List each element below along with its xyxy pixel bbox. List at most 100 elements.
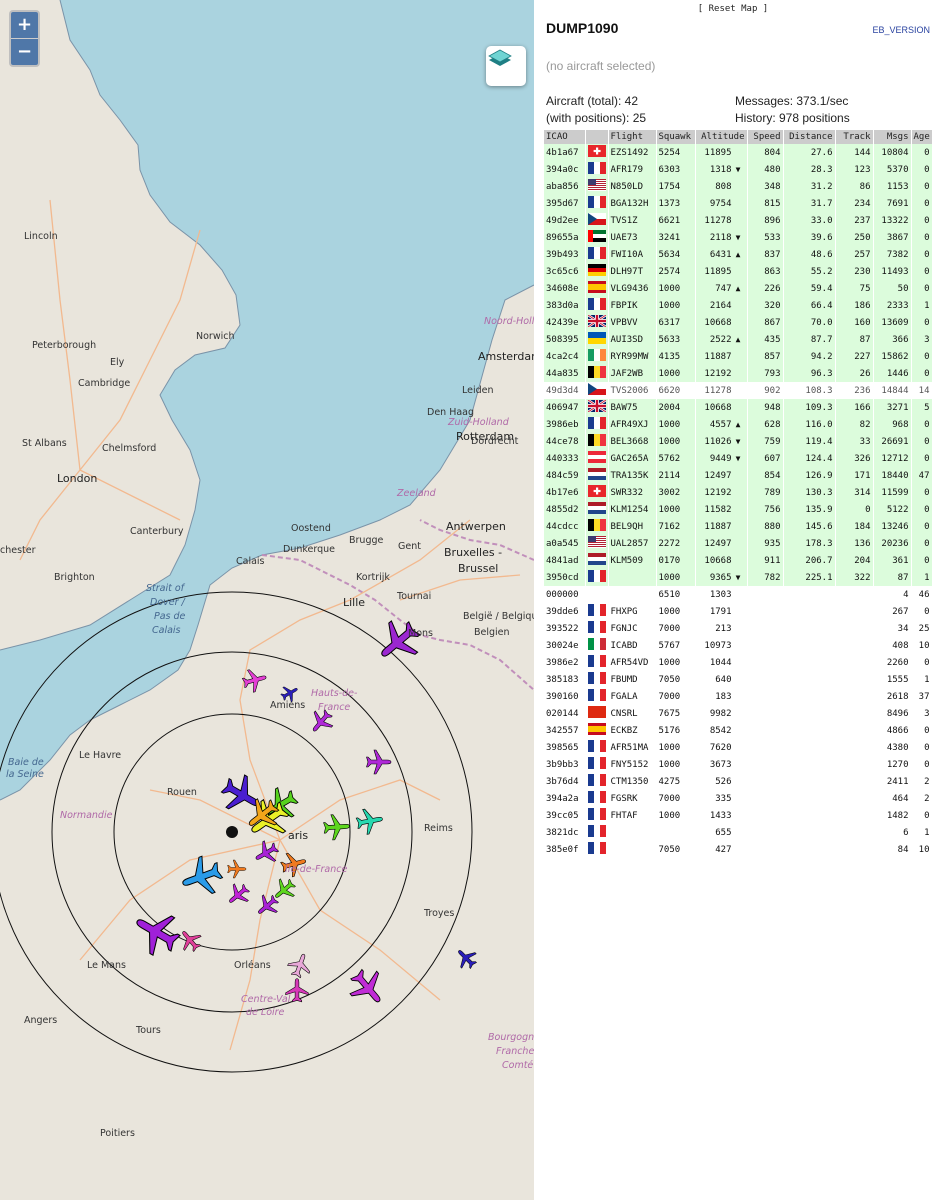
column-header-speed[interactable]: Speed [747, 130, 784, 144]
table-row[interactable]: 4b1a67 EZS1492 5254 11895 804 27.6 144 10804 0 [544, 144, 932, 161]
map-canvas[interactable] [0, 0, 534, 1200]
table-row[interactable]: 3b9bb3 FNY5152 1000 3673 1270 0 [544, 756, 932, 773]
cell-flight: JAF2WB [608, 365, 657, 382]
table-row[interactable]: a0a545 UAL2857 2272 12497 935 178.3 136 20236 0 [544, 535, 932, 552]
cell-squawk: 1000 [656, 603, 696, 620]
altitude-value: 213 [715, 623, 732, 634]
table-row[interactable]: 393522 FGNJC 7000 213 34 25 [544, 620, 932, 637]
table-row[interactable]: 3986e2 AFR54VD 1000 1044 2260 0 [544, 654, 932, 671]
table-row[interactable]: 383d0a FBPIK 1000 2164 320 66.4 186 2333 1 [544, 297, 932, 314]
table-row[interactable]: 342557 ECKBZ 5176 8542 4866 0 [544, 722, 932, 739]
cell-track: 166 [835, 399, 874, 416]
table-row[interactable]: 3b76d4 CTM1350 4275 526 2411 2 [544, 773, 932, 790]
table-row[interactable]: 89655a UAE73 3241 2118 ▼ 533 39.6 250 3867 0 [544, 229, 932, 246]
table-row[interactable]: 394a2a FGSRK 7000 335 464 2 [544, 790, 932, 807]
table-row[interactable]: 4b17e6 SWR332 3002 12192 789 130.3 314 11599 0 [544, 484, 932, 501]
cell-squawk: 4275 [656, 773, 696, 790]
table-row[interactable]: 395d67 BGA132H 1373 9754 815 31.7 234 7691 0 [544, 195, 932, 212]
table-row[interactable]: 39dde6 FHXPG 1000 1791 267 0 [544, 603, 932, 620]
cell-distance: 178.3 [783, 535, 836, 552]
column-header-age[interactable]: Age [911, 130, 932, 144]
cell-speed [747, 824, 784, 841]
zoom-out-button[interactable]: − [11, 39, 38, 65]
table-row[interactable]: 385e0f 7050 427 84 10 [544, 841, 932, 858]
table-row[interactable]: 394a0c AFR179 6303 1318 ▼ 480 28.3 123 5370 0 [544, 161, 932, 178]
table-row[interactable]: 34608e VLG9436 1000 747 ▲ 226 59.4 75 50 0 [544, 280, 932, 297]
table-row[interactable]: 398565 AFR51MA 1000 7620 4380 0 [544, 739, 932, 756]
reset-map-button[interactable]: [ Reset Map ] [534, 4, 932, 14]
table-row[interactable]: 3950cd 1000 9365 ▼ 782 225.1 322 87 1 [544, 569, 932, 586]
map-label-st-albans: St Albans [22, 438, 67, 449]
flag-cn-icon [587, 706, 606, 718]
column-header-altitude[interactable]: Altitude [695, 130, 748, 144]
table-row[interactable]: 39b493 FWI10A 5634 6431 ▲ 837 48.6 257 7382 0 [544, 246, 932, 263]
flag-nl-icon [587, 468, 606, 480]
cell-msgs: 13609 [873, 314, 912, 331]
column-header-squawk[interactable]: Squawk [656, 130, 696, 144]
table-row[interactable]: 508395 AUI3SD 5633 2522 ▲ 435 87.7 87 366 3 [544, 331, 932, 348]
cell-icao: 3821dc [544, 824, 586, 841]
column-header-msgs[interactable]: Msgs [873, 130, 912, 144]
table-row[interactable]: 020144 CNSRL 7675 9982 8496 3 [544, 705, 932, 722]
altitude-trend-icon: ▼ [735, 436, 741, 446]
layers-button[interactable] [486, 46, 526, 86]
column-header-flag[interactable] [585, 130, 609, 144]
table-row[interactable]: 4841ad KLM509 0170 10668 911 206.7 204 361 0 [544, 552, 932, 569]
table-row[interactable]: 3986eb AFR49XJ 1000 4557 ▲ 628 116.0 82 968 0 [544, 416, 932, 433]
table-row[interactable]: aba856 N850LD 1754 808 348 31.2 86 1153 0 [544, 178, 932, 195]
table-row[interactable]: 39cc05 FHTAF 1000 1433 1482 0 [544, 807, 932, 824]
table-row[interactable]: 406947 BAW75 2004 10668 948 109.3 166 3271 5 [544, 399, 932, 416]
cell-msgs: 11599 [873, 484, 912, 501]
table-row[interactable]: 44a835 JAF2WB 1000 12192 793 96.3 26 1446 0 [544, 365, 932, 382]
table-row[interactable]: 49d2ee TVS1Z 6621 11278 896 33.0 237 13322 0 [544, 212, 932, 229]
altitude-value: 12497 [704, 470, 732, 481]
table-row[interactable]: 49d3d4 TVS2006 6620 11278 902 108.3 236 14844 14 [544, 382, 932, 399]
cell-icao: 4855d2 [544, 501, 586, 518]
flag-fr-icon [587, 196, 606, 208]
cell-msgs: 87 [873, 569, 912, 586]
zoom-in-button[interactable]: + [11, 12, 38, 39]
table-row[interactable]: 3821dc 655 6 1 [544, 824, 932, 841]
table-row[interactable]: 30024e ICABD 5767 10973 408 10 [544, 637, 932, 654]
version-link[interactable]: EB_VERSION [872, 25, 930, 35]
table-row[interactable]: 42439e VPBVV 6317 10668 867 70.0 160 13609 0 [544, 314, 932, 331]
table-row[interactable]: 385183 FBUMD 7050 640 1555 1 [544, 671, 932, 688]
cell-icao: 385e0f [544, 841, 586, 858]
cell-flight: UAL2857 [608, 535, 657, 552]
map-label-tours: Tours [136, 1025, 161, 1036]
altitude-trend-icon: ▼ [735, 572, 741, 582]
cell-speed: 320 [747, 297, 784, 314]
table-row[interactable]: 484c59 TRA135K 2114 12497 854 126.9 171 18440 47 [544, 467, 932, 484]
table-row[interactable]: 44ce78 BEL3668 1000 11026 ▼ 759 119.4 33 26691 0 [544, 433, 932, 450]
table-row[interactable]: 390160 FGALA 7000 183 2618 37 [544, 688, 932, 705]
cell-speed [747, 773, 784, 790]
cell-icao: 000000 [544, 586, 586, 603]
table-row[interactable]: 440333 GAC265A 5762 9449 ▼ 607 124.4 326 12712 0 [544, 450, 932, 467]
cell-msgs: 26691 [873, 433, 912, 450]
map-label-brighton: Brighton [54, 572, 95, 583]
column-header-flight[interactable]: Flight [608, 130, 657, 144]
table-row[interactable]: 000000 6510 1303 4 46 [544, 586, 932, 603]
map-label-de-loire: de Loire [246, 1007, 285, 1018]
flag-fr-icon [587, 604, 606, 616]
table-row[interactable]: 4ca2c4 RYR99MW 4135 11887 857 94.2 227 15862 0 [544, 348, 932, 365]
cell-speed: 854 [747, 467, 784, 484]
cell-icao: 393522 [544, 620, 586, 637]
cell-squawk: 5634 [656, 246, 696, 263]
cell-distance [783, 841, 836, 858]
cell-altitude: 11278 [695, 382, 748, 399]
cell-msgs: 10804 [873, 144, 912, 161]
map-label-strait-of: Strait of [146, 583, 185, 594]
column-header-icao[interactable]: ICAO [544, 130, 586, 144]
cell-squawk: 1000 [656, 433, 696, 450]
table-header-row: ICAO Flight Squawk Altitude Speed Distance Tra… [544, 130, 932, 144]
table-row[interactable]: 44cdcc BEL9QH 7162 11887 880 145.6 184 13246 0 [544, 518, 932, 535]
map-view[interactable]: Lincoln Norwich Peterborough Ely Cambrid… [0, 0, 534, 1200]
table-row[interactable]: 4855d2 KLM1254 1000 11582 756 135.9 0 5122 0 [544, 501, 932, 518]
cell-msgs: 464 [873, 790, 912, 807]
table-row[interactable]: 3c65c6 DLH97T 2574 11895 863 55.2 230 11493 0 [544, 263, 932, 280]
column-header-distance[interactable]: Distance [783, 130, 836, 144]
column-header-track[interactable]: Track [835, 130, 874, 144]
cell-msgs: 8496 [873, 705, 912, 722]
flag-fr-icon [587, 298, 606, 310]
